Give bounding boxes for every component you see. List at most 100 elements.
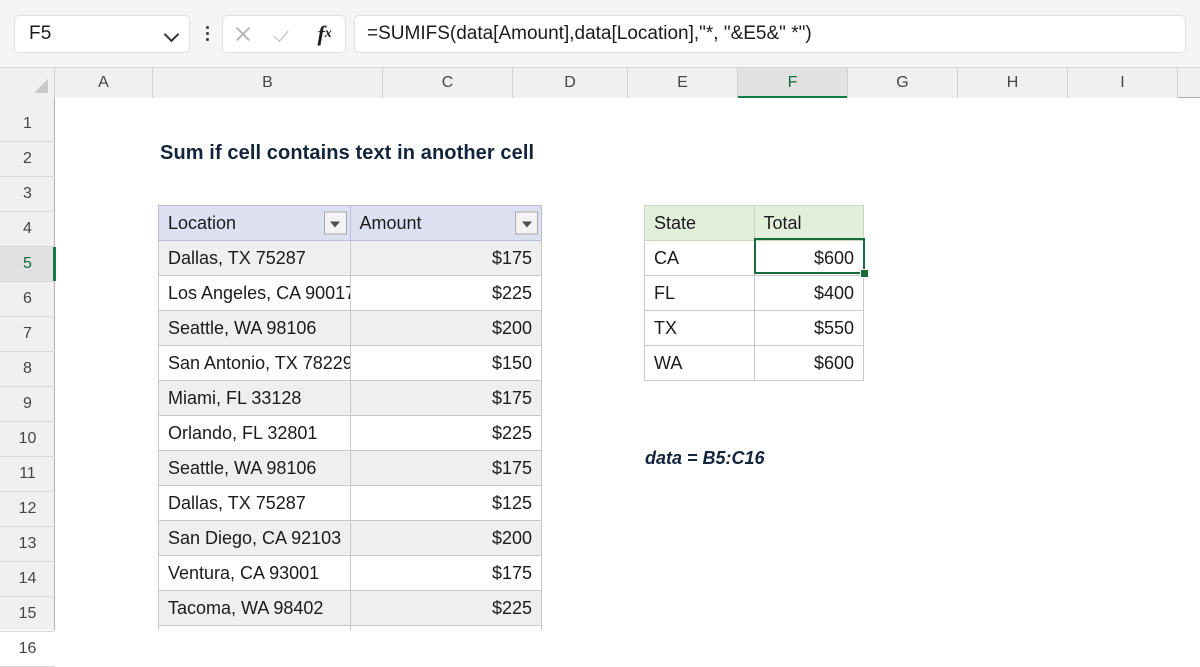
- kebab-dot: [205, 32, 209, 35]
- cell-location[interactable]: Los Angeles, CA 90017: [158, 275, 351, 311]
- column-header-location[interactable]: Location: [158, 205, 351, 241]
- cell-total[interactable]: $550: [753, 310, 864, 346]
- table-row[interactable]: Los Angeles, CA 90017 $225: [158, 275, 542, 311]
- summary-table[interactable]: State Total CA $600 FL $400 TX $550 WA $600: [644, 205, 864, 381]
- confirm-check-icon[interactable]: [268, 18, 300, 50]
- row-header-7[interactable]: 7: [0, 317, 55, 352]
- table-row[interactable]: Seattle, WA 98106 $175: [158, 450, 542, 486]
- data-table-body: Dallas, TX 75287 $175 Los Angeles, CA 9001…: [158, 240, 542, 630]
- data-table[interactable]: Location Amount Dallas, TX 75287 $175 Los …: [158, 205, 542, 630]
- cell-amount[interactable]: $175: [349, 555, 542, 591]
- row-header-spacer: [0, 98, 54, 107]
- cell-location[interactable]: Miami, FL 33128: [158, 380, 351, 416]
- column-header-h[interactable]: H: [958, 68, 1068, 98]
- cell-amount[interactable]: $100: [349, 625, 542, 630]
- formula-bar: F5 fx =SUMIFS(data[Amount],data[Location…: [0, 0, 1200, 68]
- kebab-menu-icon[interactable]: [196, 15, 218, 53]
- table-row[interactable]: Miami, FL 33128 $175: [158, 380, 542, 416]
- cell-total[interactable]: $400: [753, 275, 864, 311]
- cell-amount[interactable]: $225: [349, 415, 542, 451]
- cell-state[interactable]: TX: [644, 310, 755, 346]
- row-header-2[interactable]: 2: [0, 142, 55, 177]
- kebab-dot: [205, 26, 209, 29]
- table-row[interactable]: WA $600: [644, 345, 864, 381]
- row-header-column: 1 2 3 4 5 6 7 8 9 10 11 12 13 14 15 16: [0, 98, 56, 667]
- cancel-x-icon[interactable]: [227, 18, 259, 50]
- table-row[interactable]: FL $400: [644, 275, 864, 311]
- select-all-corner[interactable]: [0, 68, 55, 98]
- table-row[interactable]: Tacoma, WA 98402 $225: [158, 590, 542, 626]
- row-header-1[interactable]: 1: [0, 107, 55, 142]
- table-row[interactable]: Ventura, CA 93001 $175: [158, 555, 542, 591]
- cell-amount[interactable]: $150: [349, 345, 542, 381]
- column-header-c[interactable]: C: [383, 68, 513, 98]
- data-table-header-row: Location Amount: [158, 205, 542, 241]
- row-header-11[interactable]: 11: [0, 457, 55, 492]
- row-header-5[interactable]: 5: [0, 247, 56, 282]
- cell-location[interactable]: Dallas, TX 75287: [158, 485, 351, 521]
- cell-state[interactable]: CA: [644, 240, 755, 276]
- cell-location[interactable]: Austin, TX 78728: [158, 625, 351, 630]
- table-row[interactable]: Orlando, FL 32801 $225: [158, 415, 542, 451]
- spreadsheet-grid[interactable]: Sum if cell contains text in another cel…: [56, 98, 1200, 630]
- cell-location[interactable]: Tacoma, WA 98402: [158, 590, 351, 626]
- column-header-i[interactable]: I: [1068, 68, 1178, 98]
- filter-dropdown-icon[interactable]: [515, 211, 538, 235]
- row-header-3[interactable]: 3: [0, 177, 55, 212]
- fx-insert-function-icon[interactable]: fx: [309, 18, 341, 50]
- fill-handle[interactable]: [860, 269, 869, 278]
- row-header-13[interactable]: 13: [0, 527, 55, 562]
- cell-location[interactable]: San Diego, CA 92103: [158, 520, 351, 556]
- cell-location[interactable]: Dallas, TX 75287: [158, 240, 351, 276]
- row-header-10[interactable]: 10: [0, 422, 55, 457]
- table-row[interactable]: Dallas, TX 75287 $175: [158, 240, 542, 276]
- cell-total[interactable]: $600: [753, 240, 864, 276]
- row-header-16[interactable]: 16: [0, 632, 55, 667]
- cell-total[interactable]: $600: [753, 345, 864, 381]
- column-header-e[interactable]: E: [628, 68, 738, 98]
- row-header-9[interactable]: 9: [0, 387, 55, 422]
- row-header-14[interactable]: 14: [0, 562, 55, 597]
- cell-amount[interactable]: $225: [349, 590, 542, 626]
- kebab-dot: [205, 38, 209, 41]
- formula-input[interactable]: =SUMIFS(data[Amount],data[Location],"*, …: [354, 14, 1186, 53]
- chevron-down-icon[interactable]: [165, 27, 179, 41]
- cell-location[interactable]: Seattle, WA 98106: [158, 450, 351, 486]
- column-header-g[interactable]: G: [848, 68, 958, 98]
- table-row[interactable]: San Antonio, TX 78229 $150: [158, 345, 542, 381]
- cell-amount[interactable]: $175: [349, 380, 542, 416]
- row-header-12[interactable]: 12: [0, 492, 55, 527]
- column-header-amount-label: Amount: [359, 212, 422, 233]
- cell-state[interactable]: FL: [644, 275, 755, 311]
- cell-amount[interactable]: $200: [349, 310, 542, 346]
- row-header-4[interactable]: 4: [0, 212, 55, 247]
- cell-amount[interactable]: $225: [349, 275, 542, 311]
- table-row[interactable]: Austin, TX 78728$100: [158, 625, 542, 630]
- cell-location[interactable]: Orlando, FL 32801: [158, 415, 351, 451]
- column-header-f[interactable]: F: [738, 68, 848, 99]
- name-box[interactable]: F5: [14, 14, 190, 53]
- column-header-total: Total: [753, 205, 864, 241]
- table-row[interactable]: TX $550: [644, 310, 864, 346]
- table-row[interactable]: Dallas, TX 75287 $125: [158, 485, 542, 521]
- column-header-d[interactable]: D: [513, 68, 628, 98]
- cell-amount[interactable]: $200: [349, 520, 542, 556]
- row-header-15[interactable]: 15: [0, 597, 55, 632]
- cell-location[interactable]: San Antonio, TX 78229: [158, 345, 351, 381]
- cell-amount[interactable]: $175: [349, 240, 542, 276]
- filter-dropdown-icon[interactable]: [323, 211, 347, 235]
- column-header-location-label: Location: [168, 212, 237, 233]
- cell-amount[interactable]: $175: [349, 450, 542, 486]
- table-row[interactable]: San Diego, CA 92103 $200: [158, 520, 542, 556]
- column-header-amount[interactable]: Amount: [349, 205, 542, 241]
- cell-location[interactable]: Seattle, WA 98106: [158, 310, 351, 346]
- cell-state[interactable]: WA: [644, 345, 755, 381]
- row-header-8[interactable]: 8: [0, 352, 55, 387]
- row-header-6[interactable]: 6: [0, 282, 55, 317]
- table-row[interactable]: Seattle, WA 98106 $200: [158, 310, 542, 346]
- table-row[interactable]: CA $600: [644, 240, 864, 276]
- cell-amount[interactable]: $125: [349, 485, 542, 521]
- cell-location[interactable]: Ventura, CA 93001: [158, 555, 351, 591]
- column-header-b[interactable]: B: [153, 68, 383, 98]
- column-header-a[interactable]: A: [55, 68, 153, 98]
